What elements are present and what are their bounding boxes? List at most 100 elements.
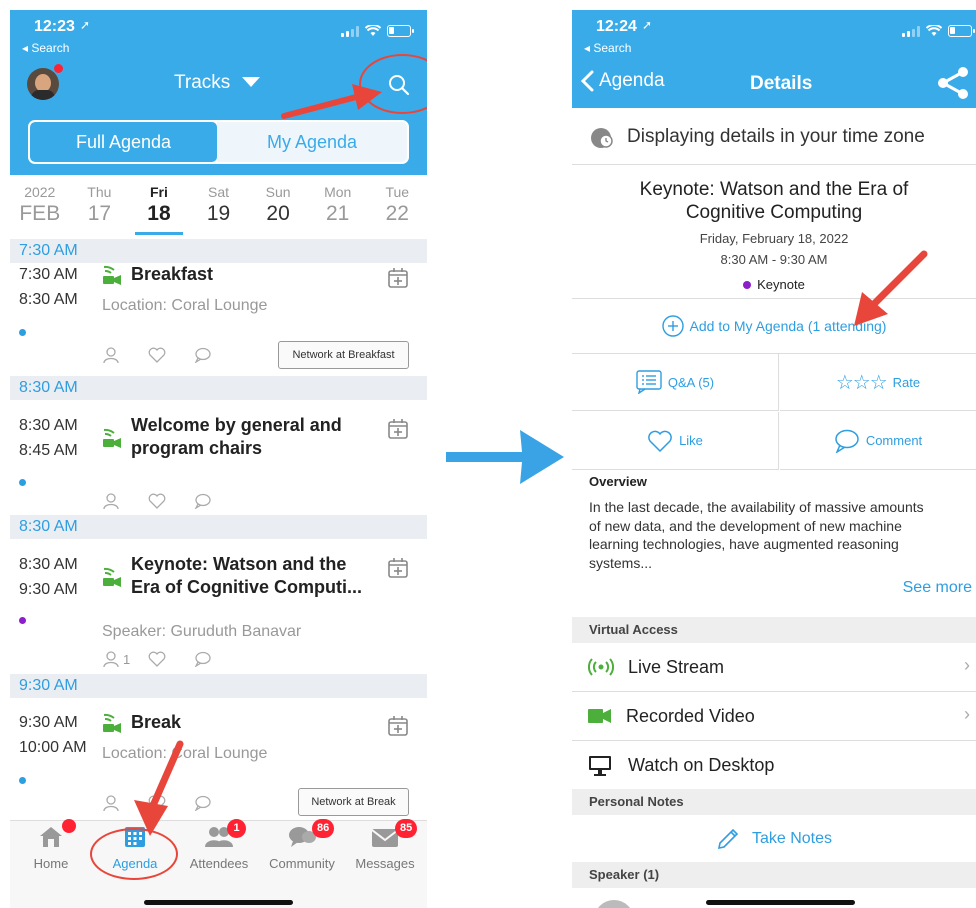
header-title: Tracks <box>174 72 231 93</box>
agenda-item-welcome[interactable]: 8:30 AM 8:45 AM Welcome by general and p… <box>10 414 427 514</box>
live-stream-row[interactable]: Live Stream › <box>572 643 976 692</box>
chevron-right-icon: › <box>964 704 970 724</box>
nav-label: Home <box>33 856 69 871</box>
home-indicator <box>706 900 855 905</box>
agenda-item-break[interactable]: 9:30 AM 10:00 AM Break Location: Coral L… <box>10 711 427 821</box>
comment-icon[interactable] <box>194 347 212 363</box>
timezone-row: Displaying details in your time zone <box>572 108 976 165</box>
agenda-item-breakfast[interactable]: 7:30 AM 8:30 AM Breakfast Location: Cora… <box>10 263 427 373</box>
back-to-search-link[interactable]: ◂ Search <box>584 41 631 55</box>
agenda-segmented-control: Full Agenda My Agenda <box>28 120 409 164</box>
attendee-icon[interactable] <box>102 650 122 668</box>
event-start: 8:30 AM <box>19 556 78 573</box>
track-dot <box>19 617 26 624</box>
back-to-search-link[interactable]: ◂ Search <box>22 41 69 55</box>
avatar[interactable] <box>27 68 59 100</box>
watch-on-desktop-row[interactable]: Watch on Desktop <box>572 741 976 789</box>
network-at-break-button[interactable]: Network at Break <box>298 788 409 816</box>
chevron-right-icon: › <box>964 655 970 675</box>
attendees-badge: 1 <box>227 819 246 838</box>
live-stream-icon <box>103 428 121 448</box>
track-dot <box>743 281 752 289</box>
day-sat[interactable]: Sat 19 <box>189 184 249 226</box>
location-arrow-icon: ➚ <box>642 18 653 32</box>
heart-icon[interactable] <box>148 347 166 363</box>
heart-icon[interactable] <box>148 651 166 667</box>
day-tue[interactable]: Tue 22 <box>367 184 427 226</box>
attendee-icon[interactable] <box>102 346 122 364</box>
overview-heading: Overview <box>589 474 647 489</box>
event-title: Breakfast <box>131 264 214 284</box>
home-icon <box>40 827 62 847</box>
comment-icon[interactable] <box>194 795 212 811</box>
broadcast-icon <box>588 658 614 676</box>
day-mon[interactable]: Mon 21 <box>308 184 368 226</box>
video-camera-icon <box>588 709 611 723</box>
speaker-avatar[interactable] <box>594 900 634 908</box>
like-label: Like <box>679 433 703 448</box>
avatar-notification-dot <box>54 64 63 73</box>
attendee-icon[interactable] <box>102 492 122 510</box>
network-at-breakfast-button[interactable]: Network at Breakfast <box>278 341 409 369</box>
track-label: Keynote <box>757 277 805 292</box>
event-title-line1: Welcome by general and <box>131 415 342 435</box>
event-title-line2: program chairs <box>131 438 263 458</box>
star-rating-icon: ☆☆☆ <box>835 371 888 394</box>
day-fri-selected[interactable]: Fri 18 <box>129 184 189 235</box>
attendee-count: 1 <box>123 651 131 667</box>
personal-notes-heading: Personal Notes <box>572 789 976 815</box>
qa-button[interactable]: Q&A (5) <box>572 354 779 411</box>
comment-icon[interactable] <box>194 493 212 509</box>
add-to-calendar-icon[interactable] <box>387 557 409 579</box>
session-date: Friday, February 18, 2022 <box>699 231 849 246</box>
rate-button[interactable]: ☆☆☆ Rate <box>780 354 976 411</box>
event-start: 8:30 AM <box>19 417 78 434</box>
live-stream-label: Live Stream <box>628 657 725 677</box>
rate-label: Rate <box>892 374 921 390</box>
event-end: 8:45 AM <box>19 442 78 459</box>
day-sun[interactable]: Sun 20 <box>248 184 308 226</box>
status-bar: 12:23 ➚ ◂ Search <box>10 10 427 58</box>
home-indicator <box>144 900 293 905</box>
location-arrow-icon: ➚ <box>80 18 91 32</box>
take-notes-button[interactable]: Take Notes <box>572 815 976 862</box>
nav-label: Attendees <box>189 856 249 871</box>
virtual-access-heading: Virtual Access <box>572 617 976 643</box>
day-thu[interactable]: Thu 17 <box>70 184 130 226</box>
event-end: 10:00 AM <box>19 739 87 756</box>
overview-text: In the last decade, the availability of … <box>589 499 924 571</box>
tab-full-agenda[interactable]: Full Agenda <box>30 122 217 162</box>
desktop-monitor-icon <box>589 756 611 776</box>
chevron-left-icon <box>580 70 594 92</box>
attendee-icon[interactable] <box>102 794 122 812</box>
tab-my-agenda[interactable]: My Agenda <box>217 122 407 162</box>
agenda-item-keynote[interactable]: 8:30 AM 9:30 AM Keynote: Watson and the … <box>10 553 427 673</box>
recorded-video-row[interactable]: Recorded Video › <box>572 692 976 741</box>
globe-clock-icon <box>591 128 613 148</box>
plus-circle-icon <box>661 315 684 337</box>
see-more-link[interactable]: See more <box>903 579 972 597</box>
comment-button[interactable]: Comment <box>780 412 976 470</box>
add-to-calendar-icon[interactable] <box>387 418 409 440</box>
track-dot <box>19 479 26 486</box>
agenda-screen: 12:23 ➚ ◂ Search Tracks Full Agenda My A… <box>10 10 427 908</box>
status-icons <box>341 25 414 37</box>
heart-icon[interactable] <box>148 493 166 509</box>
add-to-calendar-icon[interactable] <box>387 715 409 737</box>
recorded-video-label: Recorded Video <box>626 706 755 726</box>
event-actions <box>102 492 212 510</box>
comment-icon[interactable] <box>194 651 212 667</box>
event-title-line2: Era of Cognitive Computi... <box>131 577 363 597</box>
battery-icon <box>387 25 414 37</box>
annotation-arrow-add <box>854 250 928 326</box>
share-icon[interactable] <box>936 66 970 100</box>
nav-label: Community <box>269 856 335 871</box>
add-to-calendar-icon[interactable] <box>387 267 409 289</box>
like-button[interactable]: Like <box>572 412 779 470</box>
back-label: Agenda <box>599 70 665 91</box>
annotation-arrow-agenda <box>134 740 184 836</box>
tracks-dropdown[interactable]: Tracks <box>174 72 261 94</box>
month-label: 2022 FEB <box>19 184 61 225</box>
back-button[interactable]: Agenda <box>580 70 665 92</box>
page-title: Details <box>750 73 813 94</box>
